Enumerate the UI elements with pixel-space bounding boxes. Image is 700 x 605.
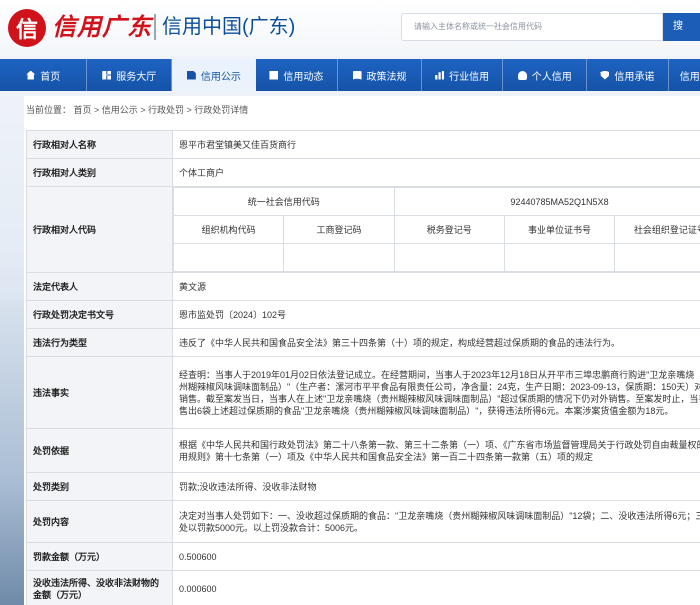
field-label: 行政相对人名称 [26, 130, 173, 159]
nav-item-credit-commitment[interactable]: 信用承诺 [587, 59, 669, 91]
entity-name: 恩平市君堂镇美又佳百货商行 [172, 130, 700, 159]
nav-label: 个人信用 [531, 71, 572, 83]
penalty-basis: 根据《中华人民共和国行政处罚法》第二十八条第一款、第三十二条第（一）项、《广东省… [172, 428, 700, 473]
org-code-value [172, 243, 285, 272]
nav-label: 服务大厅 [116, 71, 157, 83]
violation-facts: 经查明：当事人于2019年01月02日依法登记成立。在经营期间，当事人于2023… [172, 356, 700, 429]
nav-label: 首页 [40, 71, 61, 83]
table-row: 行政相对人类别 个体工商户 [26, 158, 700, 187]
site-header: 信 信用广东 信用中国(广东) 请输入主体名称或统一社会信用代码 搜 [0, 0, 700, 56]
nav-item-credit-news[interactable]: 信用动态 [256, 59, 339, 91]
nav-label: 信用公示 [200, 71, 241, 83]
field-label: 处罚类别 [26, 472, 173, 501]
fine-amount: 0.500600 [172, 542, 700, 571]
table-row: 处罚类别 罚款;没收违法所得、没收非法财物 [26, 472, 700, 501]
field-label: 法定代表人 [26, 272, 173, 301]
penalty-type: 罚款;没收违法所得、没收非法财物 [172, 472, 700, 501]
decision-number: 恩市监处罚〔2024〕102号 [172, 300, 700, 329]
nav-label: 行业信用 [449, 71, 490, 83]
field-label: 没收违法所得、没收非法财物的金额（万元） [26, 570, 173, 605]
nav-item-credit-publicity[interactable]: 信用公示 [172, 59, 256, 91]
book-icon [352, 70, 362, 80]
org-code-header: 组织机构代码 [172, 215, 285, 244]
legal-representative: 黄文源 [172, 272, 700, 301]
tax-reg-value [393, 243, 505, 272]
field-label: 违法行为类型 [26, 328, 173, 357]
biz-reg-header: 工商登记码 [283, 215, 395, 244]
search-button[interactable]: 搜 [663, 13, 700, 41]
field-label: 行政相对人类别 [26, 158, 173, 187]
table-row: 行政处罚决定书文号 恩市监处罚〔2024〕102号 [26, 300, 700, 329]
table-row: 行政相对人代码 统一社会信用代码 92440785MA52Q1N5X8 组织机构… [26, 186, 700, 273]
table-row: 法定代表人 黄文源 [26, 272, 700, 301]
search-input[interactable]: 请输入主体名称或统一社会信用代码 [401, 13, 663, 41]
nav-label: 政策法规 [366, 71, 407, 83]
main-nav: 首页 服务大厅 信用公示 信用动态 政策法规 行业信用 个人信用 信用承诺 信用… [0, 59, 700, 91]
logo-divider [154, 14, 156, 40]
nav-item-personal-credit[interactable]: 个人信用 [503, 59, 588, 91]
uscc-value: 92440785MA52Q1N5X8 [393, 187, 700, 216]
nav-label: 信用动态 [283, 71, 324, 83]
confiscation-amount: 0.000600 [172, 570, 700, 605]
entity-type: 个体工商户 [172, 158, 700, 187]
table-row: 处罚依据 根据《中华人民共和国行政处罚法》第二十八条第一款、第三十二条第（一）项… [26, 428, 700, 473]
public-inst-value [503, 243, 616, 272]
table-row: 行政相对人名称 恩平市君堂镇美又佳百货商行 [26, 130, 700, 159]
penalty-detail-table: 行政相对人名称 恩平市君堂镇美又佳百货商行 行政相对人类别 个体工商户 行政相对… [26, 130, 700, 605]
nav-item-more[interactable]: 信用导 [669, 59, 700, 91]
shield-icon [600, 70, 610, 80]
background-bridge-left [0, 300, 24, 605]
news-icon [269, 70, 279, 80]
nav-label: 信用导 [679, 71, 700, 83]
user-icon [517, 70, 527, 80]
code-grid-cell: 统一社会信用代码 92440785MA52Q1N5X8 组织机构代码 工商登记码… [172, 187, 700, 273]
social-org-header: 社会组织登记证号 [614, 215, 700, 244]
nav-label: 信用承诺 [614, 71, 655, 83]
field-label: 违法事实 [26, 356, 173, 429]
table-row: 违法事实 经查明：当事人于2019年01月02日依法登记成立。在经营期间，当事人… [26, 356, 700, 429]
document-icon [186, 70, 196, 80]
breadcrumb[interactable]: 当前位置： 首页 > 信用公示 > 行政处罚 > 行政处罚详情 [24, 100, 248, 120]
code-grid: 统一社会信用代码 92440785MA52Q1N5X8 组织机构代码 工商登记码… [172, 187, 700, 272]
field-label: 行政处罚决定书文号 [26, 300, 173, 329]
table-row: 罚款金额（万元） 0.500600 [26, 542, 700, 571]
table-row: 违法行为类型 违反了《中华人民共和国食品安全法》第三十四条第（十）项的规定，构成… [26, 328, 700, 357]
nav-item-industry-credit[interactable]: 行业信用 [422, 59, 504, 91]
table-row: 处罚内容 决定对当事人处罚如下：一、没收超过保质期的食品："卫龙亲嘴烧（贵州糊辣… [26, 500, 700, 543]
nav-item-home[interactable]: 首页 [0, 59, 88, 91]
home-icon [26, 70, 36, 80]
logo-badge-icon[interactable]: 信 [8, 9, 46, 47]
public-inst-header: 事业单位证书号 [503, 215, 616, 244]
site-title[interactable]: 信用中国(广东) [162, 12, 295, 42]
nav-item-service-hall[interactable]: 服务大厅 [87, 59, 173, 91]
detail-card: 当前位置： 首页 > 信用公示 > 行政处罚 > 行政处罚详情 行政相对人名称 … [24, 96, 700, 605]
field-label: 处罚依据 [26, 428, 173, 473]
logo-script[interactable]: 信用广东 [52, 10, 152, 44]
tax-reg-header: 税务登记号 [393, 215, 505, 244]
chart-icon [435, 70, 445, 80]
uscc-header: 统一社会信用代码 [173, 187, 395, 216]
social-org-value [614, 243, 700, 272]
table-row: 没收违法所得、没收非法财物的金额（万元） 0.000600 [26, 570, 700, 605]
biz-reg-value [283, 243, 395, 272]
violation-type: 违反了《中华人民共和国食品安全法》第三十四条第（十）项的规定，构成经营超过保质期… [172, 328, 700, 357]
nav-item-policy[interactable]: 政策法规 [338, 59, 422, 91]
penalty-content: 决定对当事人处罚如下：一、没收超过保质期的食品："卫龙亲嘴烧（贵州糊辣椒风味调味… [172, 500, 700, 543]
field-label: 行政相对人代码 [26, 186, 173, 273]
field-label: 处罚内容 [26, 500, 173, 543]
grid-icon [102, 70, 112, 80]
field-label: 罚款金额（万元） [26, 542, 173, 571]
